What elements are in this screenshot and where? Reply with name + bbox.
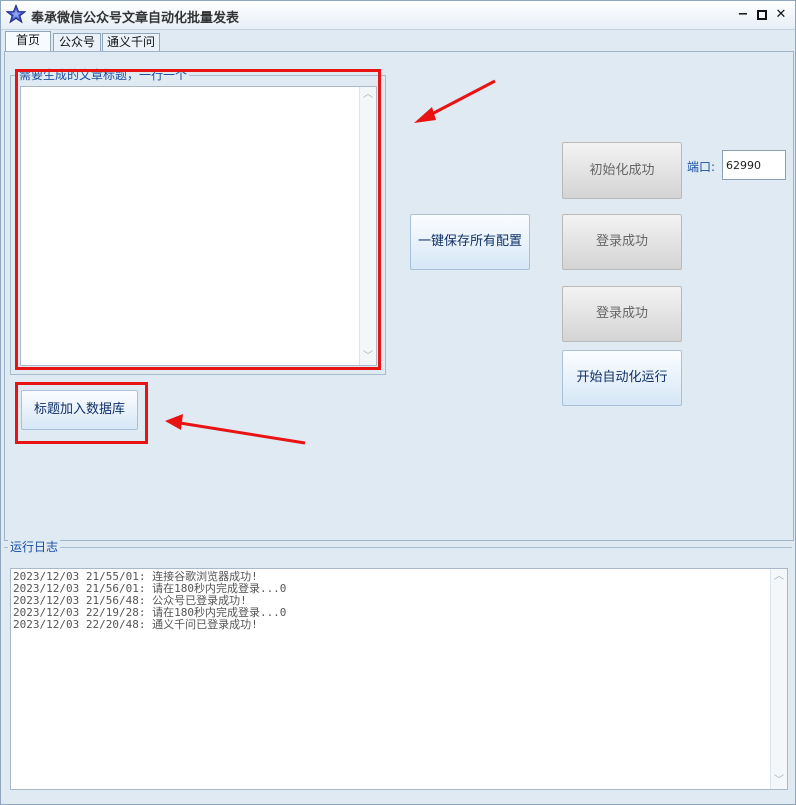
tab-home[interactable]: 首页: [5, 31, 51, 52]
log-scrollbar[interactable]: ︿ ﹀: [770, 569, 787, 789]
window-title: 奉承微信公众号文章自动化批量发表: [31, 11, 240, 26]
scroll-up-icon[interactable]: ︿: [771, 569, 787, 585]
login-button-1[interactable]: 登录成功: [562, 214, 682, 270]
login-button-2[interactable]: 登录成功: [562, 286, 682, 342]
save-all-config-button[interactable]: 一键保存所有配置: [410, 214, 530, 270]
title-bar: 奉承微信公众号文章自动化批量发表 − ✕: [1, 1, 795, 30]
log-line: 2023/12/03 22/20/48: 通义千问已登录成功!: [13, 618, 258, 631]
maximize-icon[interactable]: [753, 6, 771, 24]
start-automation-button[interactable]: 开始自动化运行: [562, 350, 682, 406]
tab-official-account[interactable]: 公众号: [53, 33, 101, 51]
annotation-highlight-titles: [15, 69, 381, 370]
annotation-highlight-add-button: [15, 382, 148, 444]
log-group-label: 运行日志: [8, 540, 61, 554]
log-textarea[interactable]: 2023/12/03 21/55/01: 连接谷歌浏览器成功! 2023/12/…: [10, 568, 788, 790]
close-icon[interactable]: ✕: [772, 6, 790, 24]
port-label: 端口:: [687, 160, 716, 174]
star-icon: [6, 4, 26, 24]
minimize-icon[interactable]: −: [734, 6, 752, 24]
tab-tongyi-qianwen[interactable]: 通义千问: [102, 33, 160, 51]
init-button[interactable]: 初始化成功: [562, 142, 682, 199]
port-input[interactable]: 62990: [722, 150, 786, 180]
log-group: 运行日志 2023/12/03 21/55/01: 连接谷歌浏览器成功! 202…: [4, 540, 792, 794]
scroll-down-icon[interactable]: ﹀: [771, 773, 787, 789]
